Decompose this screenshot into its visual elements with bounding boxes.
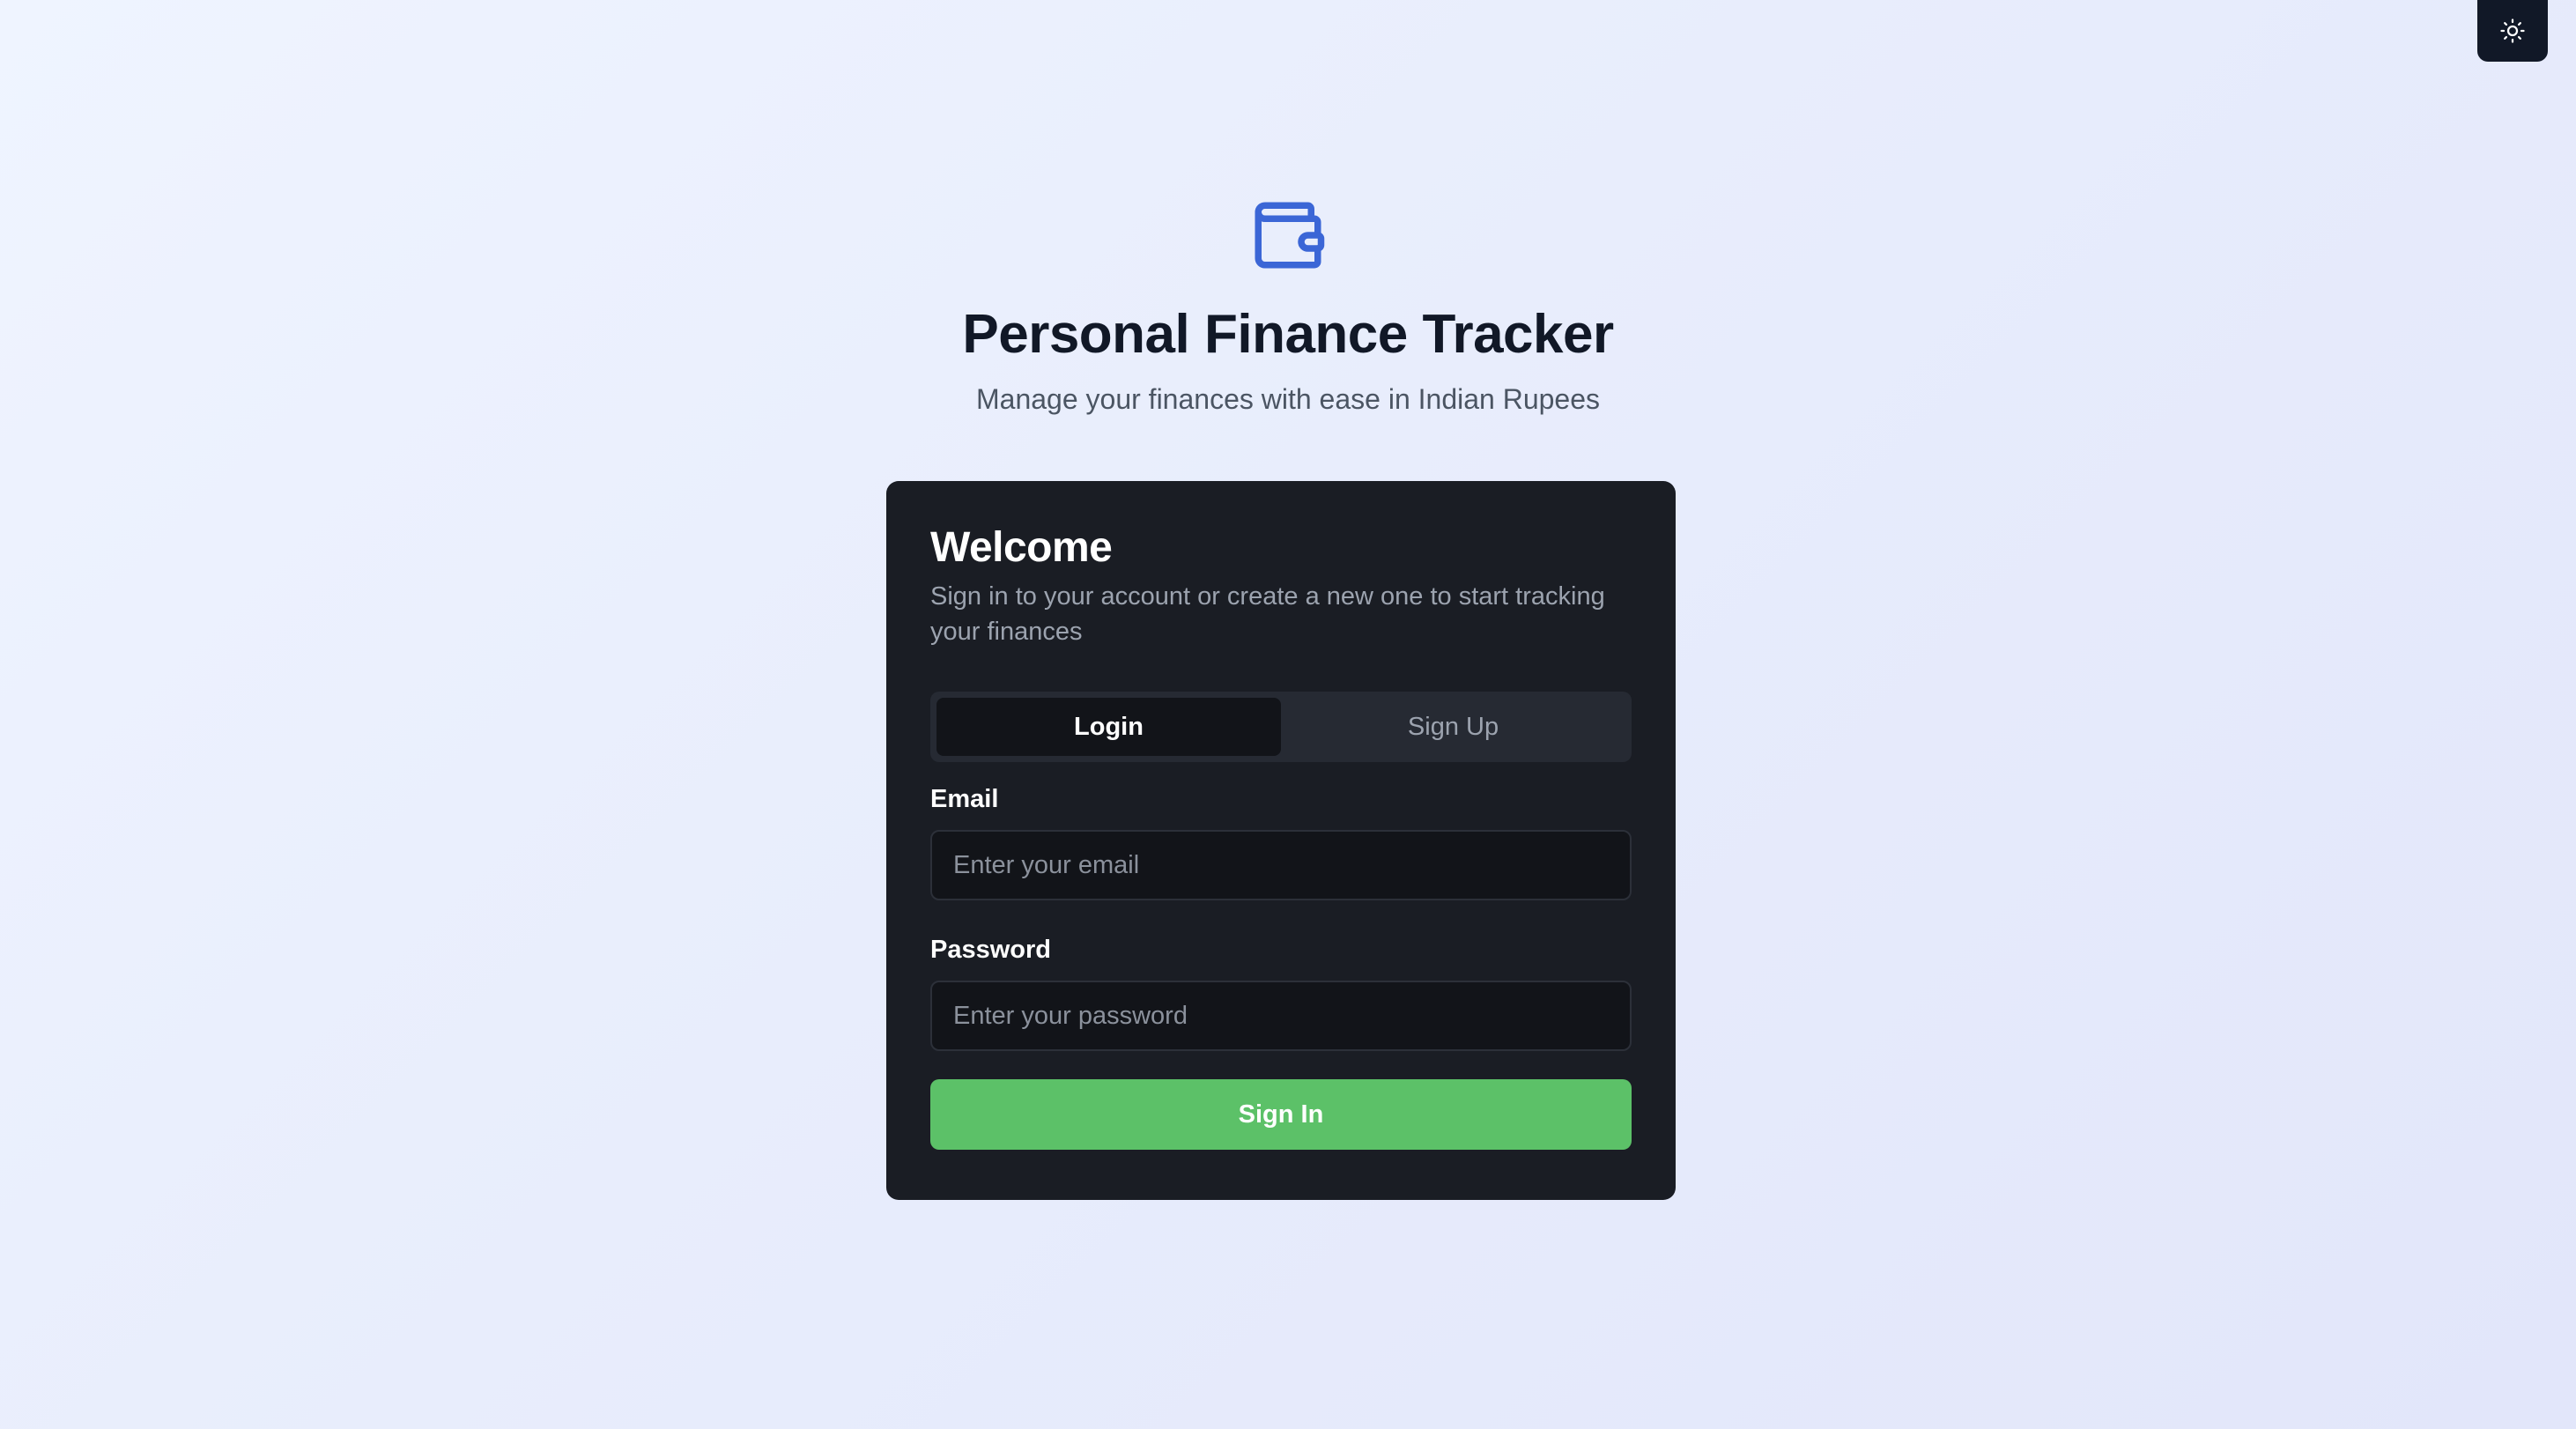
auth-tabs: Login Sign Up bbox=[930, 692, 1632, 763]
sun-icon bbox=[2500, 19, 2525, 43]
email-field[interactable] bbox=[930, 830, 1632, 901]
email-label: Email bbox=[930, 785, 999, 814]
wallet-icon bbox=[1255, 202, 1325, 269]
auth-card: Welcome Sign in to your account or creat… bbox=[886, 481, 1676, 1200]
card-description: Sign in to your account or create a new … bbox=[930, 582, 1605, 647]
page-header: Personal Finance Tracker Manage your fin… bbox=[0, 196, 2576, 417]
theme-toggle-button[interactable] bbox=[2477, 0, 2548, 62]
app-logo bbox=[1248, 196, 1328, 275]
tab-login[interactable]: Login bbox=[936, 698, 1281, 757]
app-subtitle: Manage your finances with ease in Indian… bbox=[976, 383, 1600, 416]
password-label: Password bbox=[930, 936, 1051, 965]
app-title: Personal Finance Tracker bbox=[962, 304, 1614, 365]
password-field[interactable] bbox=[930, 981, 1632, 1052]
tab-sign-up[interactable]: Sign Up bbox=[1281, 698, 1625, 756]
card-title: Welcome bbox=[930, 524, 1113, 571]
sign-in-button[interactable]: Sign In bbox=[930, 1079, 1632, 1151]
